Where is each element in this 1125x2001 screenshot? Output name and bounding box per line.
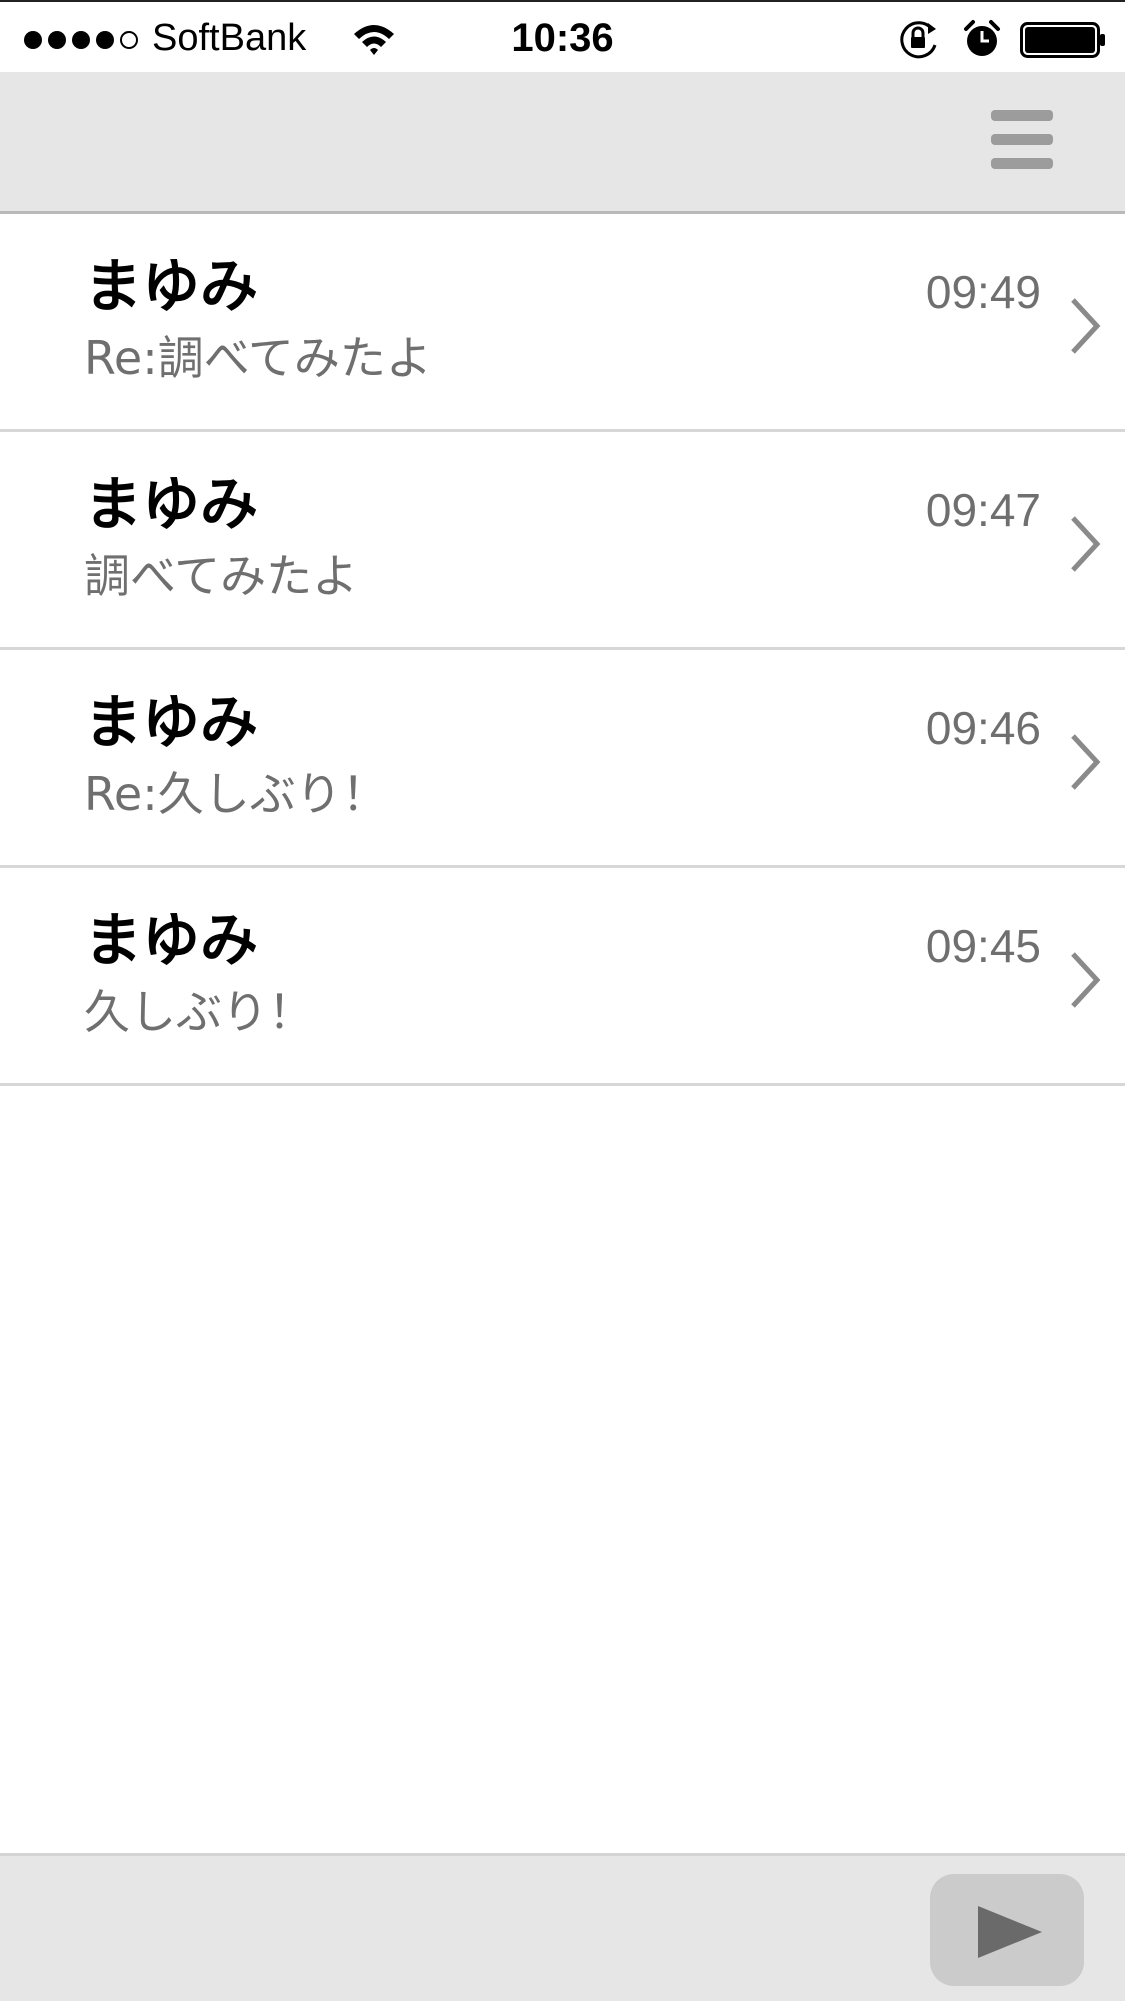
message-subject: Re:調べてみたよ [84, 331, 432, 385]
bottom-toolbar [0, 1853, 1125, 2001]
message-row[interactable]: まゆみ Re:調べてみたよ 09:49 [0, 214, 1125, 432]
status-time: 10:36 [511, 16, 614, 60]
hamburger-menu-icon[interactable] [991, 110, 1053, 170]
message-sender: まゆみ [84, 252, 259, 320]
play-button[interactable] [930, 1874, 1084, 1986]
nav-bar [0, 72, 1125, 214]
message-time: 09:45 [925, 920, 1041, 972]
message-subject: Re:久しぶり！ [84, 767, 388, 821]
message-row[interactable]: まゆみ 調べてみたよ 09:47 [0, 432, 1125, 650]
message-time: 09:49 [925, 266, 1041, 318]
message-time: 09:46 [925, 702, 1041, 754]
mail-list-screen: SoftBank 10:36 まゆみ Re:調べてみたよ 09:49 まゆみ 調… [0, 0, 1125, 2001]
battery-icon [1020, 22, 1105, 58]
message-sender: まゆみ [84, 470, 259, 538]
message-subject: 調べてみたよ [84, 549, 359, 603]
message-row[interactable]: まゆみ 久しぶり！ 09:45 [0, 868, 1125, 1086]
message-sender: まゆみ [84, 688, 259, 756]
chevron-right-icon [1071, 298, 1101, 354]
chevron-right-icon [1071, 734, 1101, 790]
message-row[interactable]: まゆみ Re:久しぶり！ 09:46 [0, 650, 1125, 868]
play-icon [978, 1906, 1042, 1958]
status-bar: SoftBank 10:36 [0, 0, 1125, 72]
message-list: まゆみ Re:調べてみたよ 09:49 まゆみ 調べてみたよ 09:47 まゆみ… [0, 214, 1125, 1086]
alarm-icon [964, 20, 1000, 56]
message-sender: まゆみ [84, 906, 259, 974]
chevron-right-icon [1071, 516, 1101, 572]
lock-rotation-icon [900, 21, 937, 59]
chevron-right-icon [1071, 952, 1101, 1008]
message-time: 09:47 [925, 484, 1041, 536]
message-subject: 久しぶり！ [84, 985, 314, 1039]
